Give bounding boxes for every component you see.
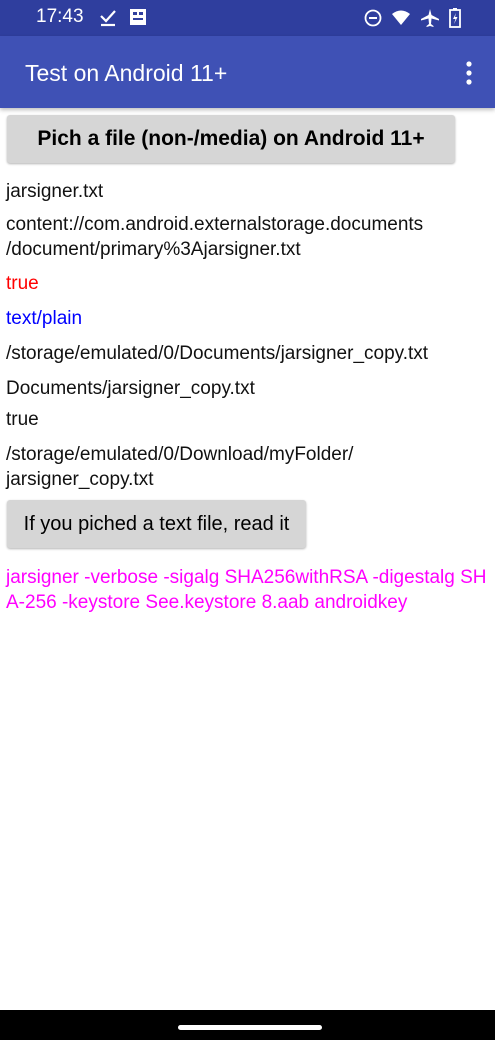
status-bar: 17:43 [0,0,495,36]
read-text-file-button[interactable]: If you piched a text file, read it [7,500,306,548]
copy-result-text: true [6,409,39,430]
notification-app-icon [128,7,148,32]
app-bar: Test on Android 11+ [0,36,495,108]
home-gesture-handle[interactable] [178,1025,322,1030]
download-path-text: /storage/emulated/0/Download/myFolder/ j… [6,444,354,490]
do-not-disturb-icon [364,9,382,32]
pick-file-button[interactable]: Pich a file (non-/media) on Android 11+ [7,115,455,163]
navigation-bar [0,1010,495,1040]
airplane-mode-icon [420,8,440,33]
app-title: Test on Android 11+ [25,60,228,86]
mime-type-text: text/plain [6,308,83,329]
file-content-text: jarsigner -verbose -sigalg SHA256withRSA… [6,567,487,613]
copy-path-text: /storage/emulated/0/Documents/jarsigner_… [6,343,429,364]
status-left-icons [98,7,148,32]
file-name-text: jarsigner.txt [6,181,104,202]
relative-path-text: Documents/jarsigner_copy.txt [6,378,255,399]
status-right-icons [364,8,461,33]
wifi-icon [391,9,411,32]
battery-icon [449,8,461,33]
download-done-icon [98,7,118,32]
is-text-result: true [6,273,39,294]
overflow-menu-icon[interactable] [457,60,481,86]
status-time: 17:43 [36,6,84,27]
content-uri-text: content://com.android.externalstorage.do… [6,214,424,260]
